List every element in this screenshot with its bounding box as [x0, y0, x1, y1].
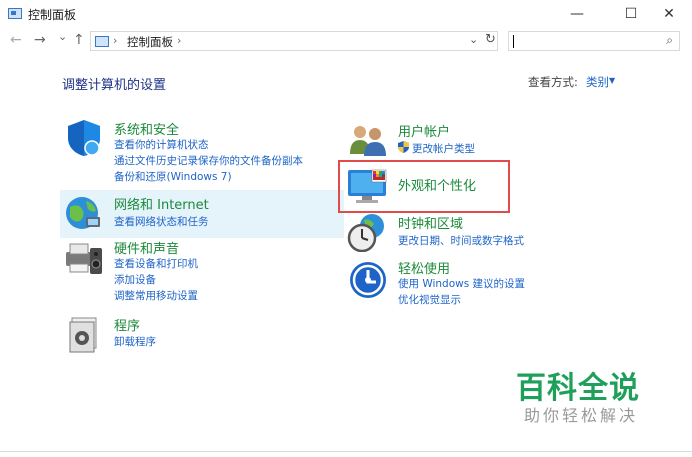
close-button[interactable]: ✕	[646, 0, 692, 28]
category-programs[interactable]: 程序	[114, 315, 140, 334]
link-network-status-tasks[interactable]: 查看网络状态和任务	[114, 214, 209, 229]
page-title: 调整计算机的设置	[62, 78, 167, 93]
category-network-internet[interactable]: 网络和 Internet	[114, 194, 209, 213]
address-dropdown-icon[interactable]: ⌄	[469, 33, 478, 46]
text-caret	[513, 35, 514, 48]
search-input[interactable]: ⌕	[508, 31, 680, 51]
window-bottom-border	[0, 451, 692, 452]
category-user-accounts[interactable]: 用户帐户	[398, 121, 450, 140]
watermark-logo-text: 百科全说	[516, 371, 640, 406]
category-system-security[interactable]: 系统和安全	[114, 119, 179, 138]
shield-icon	[68, 120, 100, 156]
control-panel-icon	[8, 8, 22, 19]
highlight-box	[338, 160, 510, 213]
breadcrumb-control-panel[interactable]: 控制面板	[127, 34, 173, 50]
minimize-button[interactable]: —	[554, 0, 600, 28]
link-file-history-backup[interactable]: 通过文件历史记录保存你的文件备份副本	[114, 153, 303, 168]
back-arrow-icon[interactable]: ←	[10, 32, 22, 48]
recent-locations-icon[interactable]: ⌄	[58, 30, 67, 43]
breadcrumb-separator-icon[interactable]: ›	[177, 34, 181, 47]
link-change-account-type[interactable]: 更改帐户类型	[412, 141, 475, 156]
link-change-date-time-format[interactable]: 更改日期、时间或数字格式	[398, 233, 524, 248]
address-bar[interactable]: › 控制面板 › ⌄ ↻	[90, 31, 498, 51]
programs-icon	[69, 317, 97, 353]
search-icon[interactable]: ⌕	[666, 33, 673, 48]
forward-arrow-icon[interactable]: →	[34, 32, 46, 48]
network-globe-icon	[66, 197, 100, 229]
breadcrumb-separator-icon[interactable]: ›	[113, 34, 117, 47]
view-by-label: 查看方式:	[528, 75, 578, 89]
uac-shield-icon	[398, 141, 409, 153]
link-uninstall-program[interactable]: 卸载程序	[114, 334, 156, 349]
up-arrow-icon[interactable]: ↑	[73, 32, 85, 48]
chevron-down-icon[interactable]: ▼	[609, 76, 615, 85]
category-clock-region[interactable]: 时钟和区域	[398, 213, 463, 232]
clock-globe-icon	[347, 214, 384, 252]
link-devices-printers[interactable]: 查看设备和打印机	[114, 256, 198, 271]
link-optimize-visual-display[interactable]: 优化视觉显示	[398, 292, 461, 307]
category-hardware-sound[interactable]: 硬件和声音	[114, 238, 179, 257]
link-windows-recommended-settings[interactable]: 使用 Windows 建议的设置	[398, 276, 525, 291]
control-panel-icon	[95, 36, 109, 47]
view-by-dropdown[interactable]: 类别	[586, 74, 609, 90]
link-view-computer-status[interactable]: 查看你的计算机状态	[114, 137, 209, 152]
user-accounts-icon	[350, 126, 386, 156]
link-mobility-settings[interactable]: 调整常用移动设置	[114, 288, 198, 303]
ease-of-access-icon	[350, 262, 386, 298]
printer-speaker-icon	[66, 243, 102, 274]
refresh-icon[interactable]: ↻	[485, 32, 496, 47]
category-ease-of-access[interactable]: 轻松使用	[398, 258, 450, 277]
link-backup-restore[interactable]: 备份和还原(Windows 7)	[114, 169, 232, 184]
watermark-slogan: 助你轻松解决	[524, 406, 639, 425]
window-title: 控制面板	[28, 8, 77, 22]
link-add-device[interactable]: 添加设备	[114, 272, 156, 287]
